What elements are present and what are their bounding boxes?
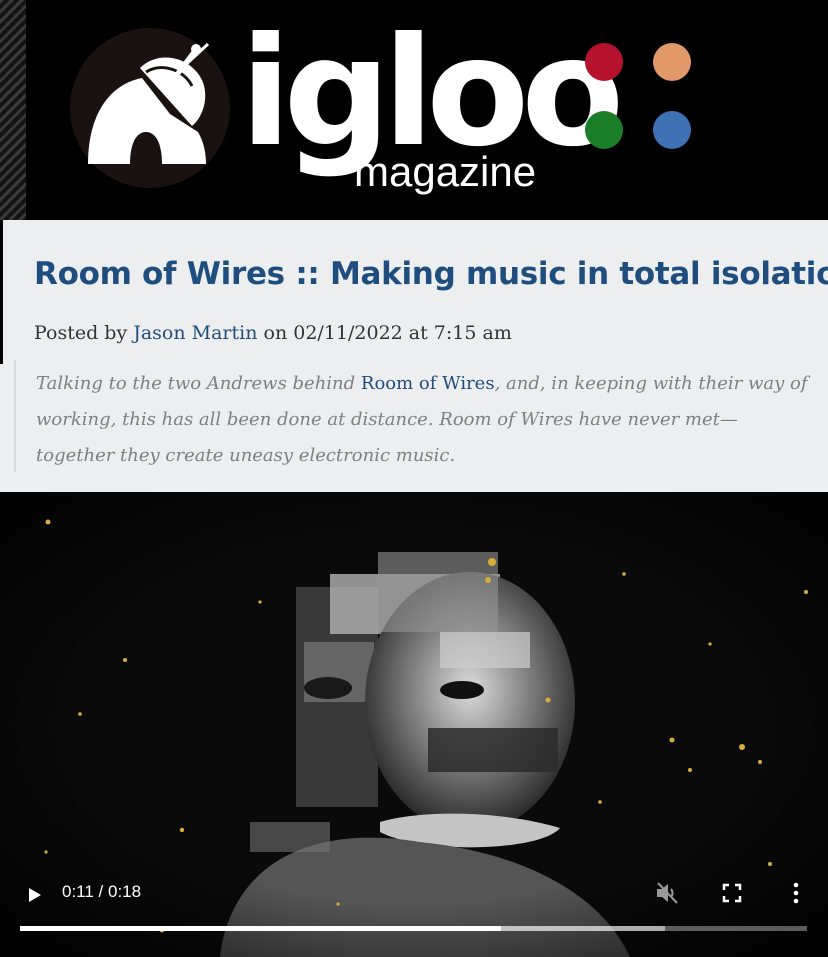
logo-subtitle: magazine — [354, 148, 537, 195]
more-vertical-icon[interactable] — [791, 881, 801, 905]
blue-dot-icon — [653, 111, 691, 149]
post-date: 02/11/2022 at 7:15 am — [293, 322, 512, 344]
byline-prefix: Posted by — [34, 322, 128, 344]
igloo-satellite-logo-icon[interactable] — [70, 22, 230, 192]
fullscreen-icon[interactable] — [722, 883, 742, 903]
left-edge-bar — [0, 220, 3, 364]
played-bar — [20, 926, 501, 931]
muted-speaker-icon[interactable] — [654, 880, 680, 906]
room-of-wires-link[interactable]: Room of Wires — [361, 373, 495, 394]
hatch-strip — [0, 0, 26, 220]
green-dot-icon — [585, 111, 623, 149]
duration: 0:18 — [108, 882, 142, 901]
video-progress-bar[interactable] — [20, 926, 807, 931]
author-link[interactable]: Jason Martin — [133, 322, 257, 344]
site-header: igloo magazine — [0, 0, 828, 220]
orange-dot-icon — [653, 43, 691, 81]
article-excerpt: Talking to the two Andrews behind Room o… — [14, 360, 814, 472]
article-title[interactable]: Room of Wires :: Making music in total i… — [34, 256, 828, 292]
date-prefix: on — [263, 322, 288, 344]
video-time: 0:11 / 0:18 — [62, 882, 141, 902]
current-time: 0:11 — [62, 882, 94, 901]
excerpt-text-start: Talking to the two Andrews behind — [36, 373, 361, 394]
time-separator: / — [93, 882, 108, 901]
video-player[interactable]: 0:11 / 0:18 — [0, 492, 828, 957]
play-icon[interactable] — [28, 887, 42, 903]
byline: Posted by Jason Martin on 02/11/2022 at … — [34, 322, 512, 344]
article-summary: Room of Wires :: Making music in total i… — [0, 220, 828, 492]
logo-wordmark[interactable]: igloo — [240, 18, 624, 168]
red-dot-icon — [585, 43, 623, 81]
